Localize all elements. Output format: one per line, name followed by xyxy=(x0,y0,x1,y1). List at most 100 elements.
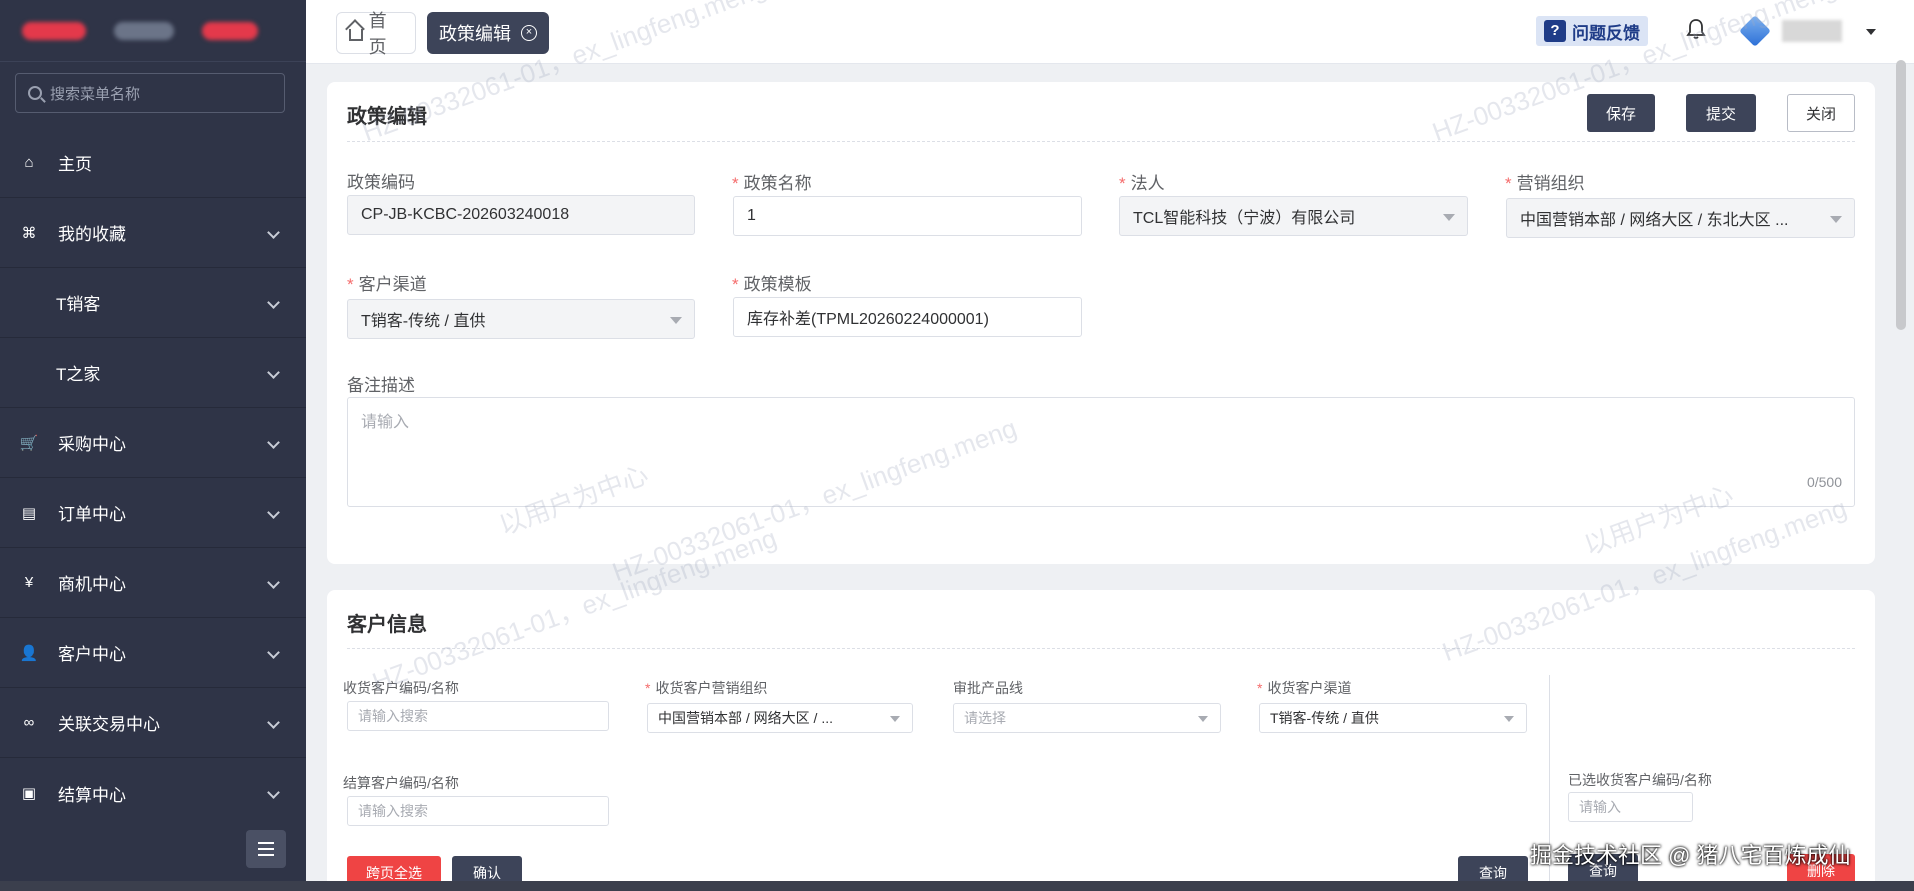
settle-code-placeholder: 请输入搜索 xyxy=(358,803,428,819)
sidebar-item-home[interactable]: ⌂ 主页 xyxy=(0,128,306,198)
chevron-down-icon xyxy=(1198,716,1208,722)
remark-counter: 0/500 xyxy=(1806,474,1842,490)
caret-down-icon[interactable] xyxy=(1866,29,1876,35)
legal-entity-label: 法人 xyxy=(1119,169,1165,194)
menu-icon xyxy=(258,842,274,844)
chevron-down-icon xyxy=(267,786,280,799)
sidebar-item-label: 采购中心 xyxy=(58,435,126,454)
taskbar-strip xyxy=(0,881,1914,891)
section-title: 客户信息 xyxy=(347,614,427,636)
cart-icon: 🛒 xyxy=(19,434,39,452)
settle-code-label: 结算客户编码/名称 xyxy=(343,775,459,791)
submit-button[interactable]: 提交 xyxy=(1686,94,1756,132)
feedback-label: 问题反馈 xyxy=(1572,23,1640,43)
product-line-select[interactable]: 请选择 xyxy=(953,703,1221,733)
sidebar-item-settlement[interactable]: ▣ 结算中心 xyxy=(0,758,306,828)
chevron-down-icon xyxy=(267,576,280,589)
policy-code-label: 政策编码 xyxy=(347,173,415,192)
tab-home-label: 首页 xyxy=(368,11,387,57)
top-bar: 首页 政策编辑 × ? 问题反馈 xyxy=(306,0,1914,64)
bell-icon[interactable] xyxy=(1686,18,1706,40)
receiver-channel-value: T销客-传统 / 直供 xyxy=(1270,710,1379,726)
chevron-down-icon xyxy=(1443,214,1455,221)
customer-channel-value: T销客-传统 / 直供 xyxy=(361,313,486,330)
product-line-placeholder: 请选择 xyxy=(964,710,1006,726)
sidebar-item-orders[interactable]: ▤ 订单中心 xyxy=(0,478,306,548)
legal-entity-select[interactable]: TCL智能科技（宁波）有限公司 xyxy=(1119,196,1468,236)
sidebar-item-label: 主页 xyxy=(58,155,92,174)
brand-logo[interactable] xyxy=(0,0,306,62)
sidebar-item-t-home[interactable]: T之家 xyxy=(0,338,306,408)
tab-policy-edit-label: 政策编辑 xyxy=(439,24,511,44)
chevron-down-icon xyxy=(670,317,682,324)
close-icon[interactable]: × xyxy=(521,25,537,41)
favorites-icon: ⌘ xyxy=(21,224,37,242)
close-button[interactable]: 关闭 xyxy=(1787,94,1855,132)
sidebar-item-label: 我的收藏 xyxy=(58,225,126,244)
marketing-org-value: 中国营销本部 / 网络大区 / 东北大区 ... xyxy=(1520,212,1789,229)
chevron-down-icon xyxy=(890,716,900,722)
selected-customer-input[interactable]: 请输入 xyxy=(1568,792,1693,822)
selected-customer-placeholder: 请输入 xyxy=(1579,799,1621,815)
menu-search-input[interactable]: 搜索菜单名称 xyxy=(15,73,285,113)
policy-edit-card: 政策编辑 保存 提交 关闭 政策编码 CP-JB-KCBC-2026032400… xyxy=(327,82,1875,564)
policy-code-field: CP-JB-KCBC-202603240018 xyxy=(347,195,695,235)
receiver-code-placeholder: 请输入搜索 xyxy=(358,708,428,724)
divider xyxy=(347,648,1855,649)
sidebar-menu: ⌂ 主页 ⌘ 我的收藏 T销客 T之家 🛒 采购中心 ▤ 订单中心 ¥ 商机中心… xyxy=(0,128,306,828)
policy-template-field[interactable]: 库存补差(TPML20260224000001) xyxy=(733,297,1082,337)
tab-policy-edit[interactable]: 政策编辑 × xyxy=(427,12,549,54)
marketing-org-select[interactable]: 中国营销本部 / 网络大区 / 东北大区 ... xyxy=(1506,198,1855,238)
sidebar: 搜索菜单名称 ⌂ 主页 ⌘ 我的收藏 T销客 T之家 🛒 采购中心 ▤ 订单中心 xyxy=(0,0,306,891)
sidebar-item-opportunity[interactable]: ¥ 商机中心 xyxy=(0,548,306,618)
divider xyxy=(347,141,1855,142)
chevron-down-icon xyxy=(267,506,280,519)
receiver-org-value: 中国营销本部 / 网络大区 / ... xyxy=(658,710,834,726)
chevron-down-icon xyxy=(267,366,280,379)
sidebar-item-customers[interactable]: 👤 客户中心 xyxy=(0,618,306,688)
help-icon: ? xyxy=(1544,20,1566,42)
logo-blurred-2 xyxy=(114,21,174,40)
menu-search-placeholder: 搜索菜单名称 xyxy=(50,85,141,103)
logo-blurred-3 xyxy=(202,21,258,40)
sidebar-item-related-trade[interactable]: ∞ 关联交易中心 xyxy=(0,688,306,758)
feedback-button[interactable]: ? 问题反馈 xyxy=(1536,16,1648,46)
receiver-org-label: 收货客户营销组织 xyxy=(645,678,767,698)
receiver-code-label: 收货客户编码/名称 xyxy=(343,680,459,696)
logo-blurred xyxy=(22,21,86,40)
remark-textarea[interactable]: 请输入 0/500 xyxy=(347,397,1855,507)
sidebar-collapse-button[interactable] xyxy=(246,830,286,868)
customer-channel-select[interactable]: T销客-传统 / 直供 xyxy=(347,299,695,339)
chevron-down-icon xyxy=(267,436,280,449)
search-icon xyxy=(28,86,42,100)
settle-code-input[interactable]: 请输入搜索 xyxy=(347,796,609,826)
receiver-code-input[interactable]: 请输入搜索 xyxy=(347,701,609,731)
chevron-down-icon xyxy=(267,296,280,309)
user-icon: 👤 xyxy=(19,644,39,662)
page-scrollbar[interactable] xyxy=(1896,60,1906,330)
sidebar-item-purchase[interactable]: 🛒 采购中心 xyxy=(0,408,306,478)
avatar[interactable] xyxy=(1739,15,1771,47)
selected-customer-label: 已选收货客户编码/名称 xyxy=(1568,772,1712,788)
save-button[interactable]: 保存 xyxy=(1587,94,1655,132)
marketing-org-label: 营销组织 xyxy=(1505,169,1585,194)
chevron-down-icon xyxy=(1504,716,1514,722)
sidebar-item-label: 订单中心 xyxy=(58,505,126,524)
home-icon xyxy=(349,29,363,41)
sidebar-item-label: 商机中心 xyxy=(58,575,126,594)
policy-name-field[interactable]: 1 xyxy=(733,196,1082,236)
link-icon: ∞ xyxy=(23,714,35,731)
product-line-label: 审批产品线 xyxy=(953,680,1023,696)
remark-placeholder: 请输入 xyxy=(361,414,410,431)
yen-icon: ¥ xyxy=(24,574,34,591)
settle-icon: ▣ xyxy=(21,785,37,802)
sidebar-item-label: 结算中心 xyxy=(58,785,126,805)
sidebar-item-t-sales[interactable]: T销客 xyxy=(0,268,306,338)
receiver-org-select[interactable]: 中国营销本部 / 网络大区 / ... xyxy=(647,703,913,733)
tab-home[interactable]: 首页 xyxy=(336,11,416,57)
receiver-channel-select[interactable]: T销客-传统 / 直供 xyxy=(1259,703,1527,733)
home-icon: ⌂ xyxy=(24,154,34,171)
chevron-down-icon xyxy=(267,646,280,659)
sidebar-item-favorites[interactable]: ⌘ 我的收藏 xyxy=(0,198,306,268)
remark-label: 备注描述 xyxy=(347,376,415,395)
